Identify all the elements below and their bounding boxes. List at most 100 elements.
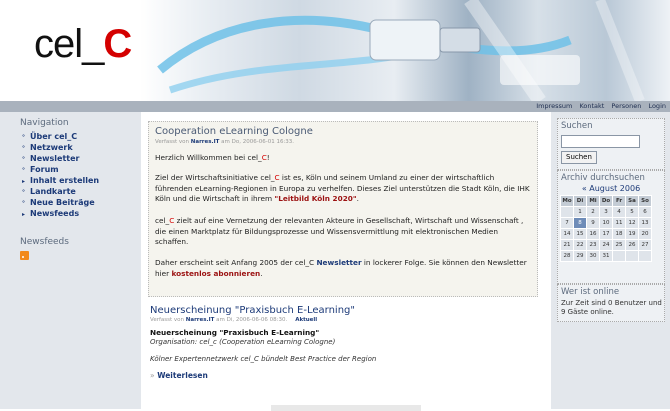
expand-arrow-icon: ▸: [22, 211, 26, 218]
calendar-day[interactable]: 24: [599, 239, 613, 251]
calendar-empty-cell: [638, 250, 652, 262]
main-content: Cooperation eLearning Cologne Verfasst v…: [141, 112, 551, 411]
nav-item-neue-beitraege[interactable]: ° Neue Beiträge: [22, 198, 99, 209]
calendar-week: 14 15 16 17 18 19 20: [560, 228, 652, 240]
month-label: August 2006: [589, 184, 641, 193]
calendar-day[interactable]: 7: [560, 217, 574, 229]
calendar-week: 28 29 30 31: [560, 250, 652, 262]
calendar-day[interactable]: 4: [612, 206, 626, 218]
nav-item-landkarte[interactable]: ° Landkarte: [22, 187, 99, 198]
nav-label: Inhalt erstellen: [30, 176, 100, 185]
calendar-day[interactable]: 15: [573, 228, 587, 240]
meta-author-link[interactable]: Narres.IT: [191, 139, 220, 145]
article-title[interactable]: Neuerscheinung "Praxisbuch E-Learning": [150, 305, 540, 316]
text: .: [260, 268, 263, 278]
navigation-heading: Navigation: [20, 118, 69, 128]
calendar-day[interactable]: 25: [612, 239, 626, 251]
pager-strip: [271, 405, 421, 411]
bullet-icon: °: [22, 134, 25, 141]
nav-label: Forum: [30, 165, 59, 174]
top-link-kontakt[interactable]: Kontakt: [579, 102, 604, 110]
text: .: [356, 194, 359, 203]
text: Daher erscheint seit Anfang 2005 der cel…: [155, 258, 317, 267]
top-link-personen[interactable]: Personen: [611, 102, 641, 110]
calendar-day[interactable]: 5: [625, 206, 639, 218]
right-sidebar: Suchen Suchen Archiv durchsuchen « Augus…: [551, 112, 670, 409]
nav-item-ueber[interactable]: ° Über cel_C: [22, 132, 99, 143]
bullet-icon: °: [22, 156, 25, 163]
who-online-heading: Wer ist online: [561, 287, 620, 297]
header: cel_C: [0, 0, 670, 101]
nav-item-inhalt-erstellen[interactable]: ▸ Inhalt erstellen: [22, 176, 99, 187]
article-teaser: Kölner Expertennetzwerk cel_C bündelt Be…: [150, 355, 377, 363]
top-link-login[interactable]: Login: [648, 102, 666, 110]
calendar-day[interactable]: 31: [599, 250, 613, 262]
calendar-day[interactable]: 28: [560, 250, 574, 262]
calendar-day[interactable]: 26: [625, 239, 639, 251]
rss-icon[interactable]: [20, 251, 29, 260]
meta-prefix: Verfasst von: [150, 317, 185, 323]
meta-date: am Di, 2006-06-06 08:30.: [216, 317, 288, 323]
calendar-day[interactable]: 17: [599, 228, 613, 240]
read-more-arrow-icon: »: [150, 371, 155, 380]
bullet-icon: °: [22, 200, 25, 207]
welcome-greeting: Herzlich Willkommen bei cel_C!: [155, 153, 533, 164]
category-tag-link[interactable]: Aktuell: [295, 317, 317, 323]
read-more-link[interactable]: » Weiterlesen: [150, 371, 540, 380]
calendar-day[interactable]: 22: [573, 239, 587, 251]
welcome-paragraph-newsletter: Daher erscheint seit Anfang 2005 der cel…: [155, 258, 533, 279]
search-button[interactable]: Suchen: [561, 151, 597, 164]
prev-month-button[interactable]: «: [582, 184, 587, 193]
calendar-day[interactable]: 12: [625, 217, 639, 229]
calendar-day[interactable]: 14: [560, 228, 574, 240]
network-cable-illustration: [157, 0, 645, 101]
search-heading: Suchen: [561, 121, 593, 131]
calendar-empty-cell: [560, 206, 574, 218]
text: Herzlich Willkommen bei cel_: [155, 153, 262, 162]
calendar-day[interactable]: 11: [612, 217, 626, 229]
calendar-day[interactable]: 21: [560, 239, 574, 251]
nav-item-newsfeeds[interactable]: ▸ Newsfeeds: [22, 209, 99, 220]
calendar-day[interactable]: 30: [586, 250, 600, 262]
nav-label: Newsletter: [30, 154, 80, 163]
welcome-paragraph-network: cel_C zielt auf eine Vernetzung der rele…: [155, 216, 533, 248]
calendar-month: « August 2006: [558, 184, 664, 193]
calendar-day[interactable]: 1: [573, 206, 587, 218]
logo-prefix: cel_: [34, 22, 104, 66]
nav-item-newsletter[interactable]: ° Newsletter: [22, 154, 99, 165]
calendar-empty-cell: [612, 250, 626, 262]
subscribe-link[interactable]: kostenlos abonnieren: [171, 269, 260, 278]
calendar-day[interactable]: 3: [599, 206, 613, 218]
read-more-label: Weiterlesen: [157, 371, 208, 380]
search-input[interactable]: [561, 135, 640, 148]
nav-label: Über cel_C: [30, 132, 78, 141]
calendar-day[interactable]: 6: [638, 206, 652, 218]
meta-author-link[interactable]: Narres.IT: [186, 317, 215, 323]
nav-item-netzwerk[interactable]: ° Netzwerk: [22, 143, 99, 154]
calendar-day[interactable]: 2: [586, 206, 600, 218]
header-banner-image: [140, 0, 670, 101]
calendar-day[interactable]: 9: [586, 217, 600, 229]
calendar-day[interactable]: 8: [573, 217, 587, 229]
leitbild-link[interactable]: "Leitbild Köln 2020": [274, 194, 356, 203]
calendar-day[interactable]: 19: [625, 228, 639, 240]
calendar-day[interactable]: 13: [638, 217, 652, 229]
calendar-day[interactable]: 18: [612, 228, 626, 240]
calendar-day[interactable]: 10: [599, 217, 613, 229]
site-logo[interactable]: cel_C: [34, 22, 132, 67]
calendar-day[interactable]: 29: [573, 250, 587, 262]
nav-label: Netzwerk: [30, 143, 73, 152]
weekday-header: Sa: [625, 195, 639, 207]
calendar-day[interactable]: 27: [638, 239, 652, 251]
top-link-impressum[interactable]: Impressum: [536, 102, 572, 110]
calendar-day[interactable]: 23: [586, 239, 600, 251]
nav-item-forum[interactable]: ° Forum: [22, 165, 99, 176]
newsletter-link[interactable]: Newsletter: [316, 258, 361, 267]
weekday-row: Mo Di Mi Do Fr Sa So: [560, 195, 652, 207]
navigation-menu: ° Über cel_C ° Netzwerk ° Newsletter ° Forum…: [22, 132, 99, 220]
weekday-header: So: [638, 195, 652, 207]
welcome-title[interactable]: Cooperation eLearning Cologne: [155, 126, 313, 137]
calendar-day[interactable]: 20: [638, 228, 652, 240]
calendar-week: 21 22 23 24 25 26 27: [560, 239, 652, 251]
calendar-day[interactable]: 16: [586, 228, 600, 240]
